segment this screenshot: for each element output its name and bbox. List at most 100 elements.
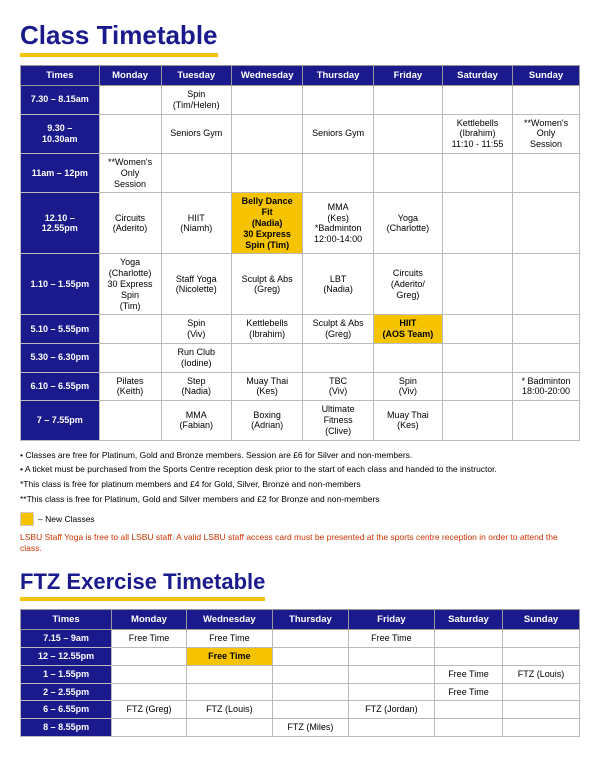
thursday-cell: TBC (Viv) [303,372,374,401]
time-cell: 7.30 – 8.15am [21,86,100,115]
ftz-thursday-cell [272,665,348,683]
saturday-cell [442,153,512,192]
time-cell: 6.10 – 6.55pm [21,372,100,401]
monday-cell [99,114,161,153]
ftz-col-header-wednesday: Wednesday [186,610,272,630]
wednesday-cell [232,86,303,115]
note-line: • Classes are free for Platinum, Gold an… [20,449,580,462]
time-cell: 5.10 – 5.55pm [21,315,100,344]
saturday-cell [442,401,512,440]
ftz-saturday-cell: Free Time [434,683,502,701]
saturday-cell [442,315,512,344]
class-timetable: Times Monday Tuesday Wednesday Thursday … [20,65,580,441]
table-row: 5.10 – 5.55pm Spin (Viv)Kettlebells (Ibra… [21,315,580,344]
ftz-wednesday-cell: Free Time [186,630,272,648]
table-row: 1.10 – 1.55pmYoga (Charlotte) 30 Express… [21,254,580,315]
ftz-time-cell: 6 – 6.55pm [21,701,112,719]
ftz-sunday-cell [503,719,580,737]
time-cell: 12.10 – 12.55pm [21,193,100,254]
sunday-cell: **Women's Only Session [513,114,580,153]
ftz-table-row: 2 – 2.55pmFree Time [21,683,580,701]
table-row: 6.10 – 6.55pmPilates (Keith)Step (Nadia)… [21,372,580,401]
tuesday-cell: MMA (Fabian) [161,401,232,440]
ftz-friday-cell [348,648,434,666]
friday-cell [373,343,442,372]
ftz-monday-cell: FTZ (Greg) [112,701,187,719]
table-row: 7.30 – 8.15amSpin (Tim/Helen) [21,86,580,115]
friday-cell [373,114,442,153]
wednesday-cell [232,114,303,153]
col-header-wednesday: Wednesday [232,66,303,86]
sunday-cell [513,193,580,254]
ftz-col-header-times: Times [21,610,112,630]
ftz-sunday-cell [503,630,580,648]
ftz-wednesday-cell [186,665,272,683]
ftz-col-header-monday: Monday [112,610,187,630]
friday-cell: Circuits (Aderito/ Greg) [373,254,442,315]
ftz-table-row: 6 – 6.55pmFTZ (Greg)FTZ (Louis)FTZ (Jord… [21,701,580,719]
wednesday-cell: Kettlebells (Ibrahim) [232,315,303,344]
wednesday-cell: Muay Thai (Kes) [232,372,303,401]
friday-cell: Muay Thai (Kes) [373,401,442,440]
wednesday-cell: Sculpt & Abs (Greg) [232,254,303,315]
saturday-cell [442,193,512,254]
sunday-cell [513,86,580,115]
ftz-col-header-sunday: Sunday [503,610,580,630]
ftz-time-cell: 12 – 12.55pm [21,648,112,666]
ftz-friday-cell [348,719,434,737]
ftz-monday-cell [112,719,187,737]
ftz-saturday-cell [434,701,502,719]
ftz-wednesday-cell: FTZ (Louis) [186,701,272,719]
saturday-cell [442,343,512,372]
ftz-timetable: Times Monday Wednesday Thursday Friday S… [20,609,580,737]
time-cell: 1.10 – 1.55pm [21,254,100,315]
ftz-table-row: 1 – 1.55pmFree TimeFTZ (Louis) [21,665,580,683]
ftz-wednesday-cell: Free Time [186,648,272,666]
col-header-friday: Friday [373,66,442,86]
tuesday-cell: Spin (Viv) [161,315,232,344]
ftz-col-header-thursday: Thursday [272,610,348,630]
time-cell: 9.30 – 10.30am [21,114,100,153]
ftz-wednesday-cell [186,719,272,737]
tuesday-cell: Seniors Gym [161,114,232,153]
saturday-cell [442,86,512,115]
tuesday-cell: Run Club (Iodine) [161,343,232,372]
ftz-sunday-cell [503,683,580,701]
sunday-cell [513,153,580,192]
table-row: 12.10 – 12.55pmCircuits (Aderito)HIIT (N… [21,193,580,254]
time-cell: 11am – 12pm [21,153,100,192]
ftz-thursday-cell: FTZ (Miles) [272,719,348,737]
class-notes: • Classes are free for Platinum, Gold an… [20,449,580,506]
ftz-saturday-cell [434,648,502,666]
thursday-cell [303,86,374,115]
lsbu-note: LSBU Staff Yoga is free to all LSBU staf… [20,532,580,556]
wednesday-cell [232,153,303,192]
time-cell: 7 – 7.55pm [21,401,100,440]
ftz-wednesday-cell [186,683,272,701]
ftz-sunday-cell [503,701,580,719]
col-header-times: Times [21,66,100,86]
ftz-table-row: 7.15 – 9amFree TimeFree TimeFree Time [21,630,580,648]
note-line: *This class is free for platinum members… [20,478,580,491]
tuesday-cell: Staff Yoga (Nicolette) [161,254,232,315]
wednesday-cell: Belly Dance Fit (Nadia) 30 Express Spin … [232,193,303,254]
thursday-cell: Seniors Gym [303,114,374,153]
ftz-monday-cell [112,683,187,701]
ftz-sunday-cell: FTZ (Louis) [503,665,580,683]
ftz-timetable-title: FTZ Exercise Timetable [20,569,265,601]
col-header-monday: Monday [99,66,161,86]
thursday-cell [303,343,374,372]
friday-cell [373,86,442,115]
ftz-saturday-cell [434,719,502,737]
legend-box [20,512,34,526]
note-line: **This class is free for Platinum, Gold … [20,493,580,506]
monday-cell [99,343,161,372]
wednesday-cell: Boxing (Adrian) [232,401,303,440]
monday-cell: Yoga (Charlotte) 30 Express Spin (Tim) [99,254,161,315]
table-row: 11am – 12pm**Women's Only Session [21,153,580,192]
ftz-thursday-cell [272,683,348,701]
saturday-cell [442,372,512,401]
sunday-cell: * Badminton 18:00-20:00 [513,372,580,401]
ftz-col-header-saturday: Saturday [434,610,502,630]
thursday-cell: MMA (Kes) *Badminton 12:00-14:00 [303,193,374,254]
